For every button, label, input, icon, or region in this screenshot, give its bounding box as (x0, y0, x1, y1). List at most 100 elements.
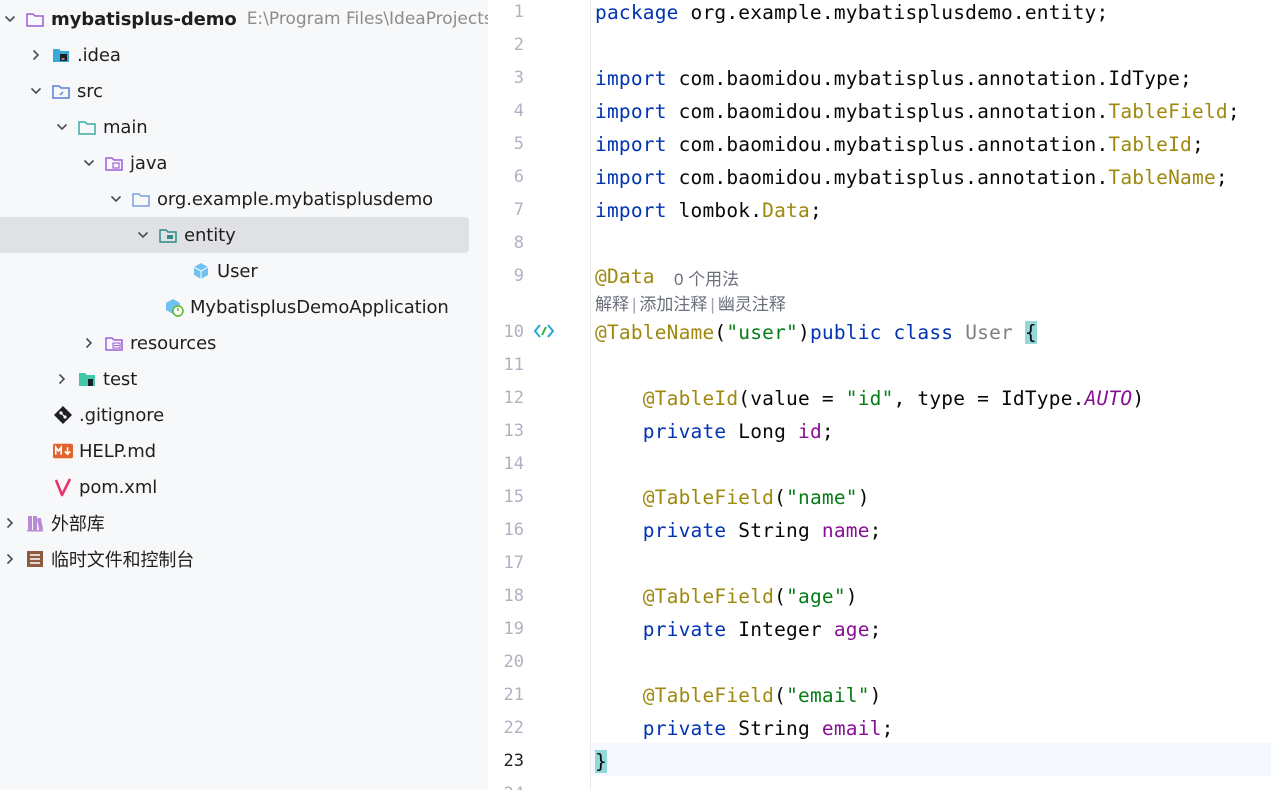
tree-node-label: 外部库 (51, 514, 105, 535)
line-number: 12 (503, 388, 524, 408)
chevron-right-icon[interactable] (56, 373, 68, 385)
package-name: org.example.mybatisplusdemo.entity; (678, 1, 1109, 24)
chevron-right-icon[interactable] (4, 517, 16, 529)
chevron-right-icon[interactable] (30, 49, 42, 61)
line-number: 20 (503, 652, 524, 672)
tree-node-java[interactable]: java (0, 145, 488, 181)
tree-node-resources[interactable]: resources (0, 325, 488, 361)
code-line-15: @TableField("name") (595, 481, 870, 514)
string-literal: "user" (726, 321, 798, 344)
line-number: 10 (503, 322, 524, 342)
project-path: E:\Program Files\IdeaProjects\ (246, 9, 488, 29)
library-icon (25, 513, 45, 533)
annotation-args: , type = IdType. (893, 387, 1085, 410)
line-number: 14 (503, 454, 524, 474)
chevron-down-icon[interactable] (30, 85, 42, 97)
mapper-navigation-icon[interactable] (533, 320, 555, 342)
chevron-down-icon[interactable] (56, 121, 68, 133)
usages-hint[interactable]: 0 个用法 (674, 265, 739, 290)
line-number: 11 (503, 355, 524, 375)
resources-folder-icon (104, 333, 124, 353)
code-line-16: private String name; (595, 514, 882, 547)
tree-node-label: 临时文件和控制台 (51, 550, 195, 571)
chevron-down-icon[interactable] (137, 229, 149, 241)
chevron-right-icon[interactable] (4, 553, 16, 565)
import-path: lombok. (666, 199, 763, 222)
keyword-import: import (595, 199, 667, 222)
keyword-private: private (642, 618, 727, 641)
add-comment-link[interactable]: 添加注释 (639, 295, 707, 314)
tree-node-entity[interactable]: entity (0, 217, 488, 253)
paren: ( (774, 684, 787, 707)
field-name: id (798, 420, 822, 443)
tree-node-label: HELP.md (79, 440, 156, 462)
tree-node-idea[interactable]: .idea (0, 37, 488, 73)
import-annotation-name: TableName (1108, 166, 1216, 189)
keyword-class: class (893, 321, 954, 344)
tree-node-external-libraries[interactable]: 外部库 (0, 505, 488, 541)
chevron-right-icon[interactable] (83, 337, 95, 349)
semicolon: ; (809, 199, 822, 222)
idea-folder-icon (51, 45, 71, 65)
tree-node-root[interactable]: mybatisplus-demo E:\Program Files\IdeaPr… (0, 1, 488, 37)
import-annotation-name: TableField (1108, 100, 1228, 123)
open-brace-matched: { (1024, 321, 1037, 344)
tree-node-scratches[interactable]: 临时文件和控制台 (0, 541, 488, 577)
tree-node-application[interactable]: MybatisplusDemoApplication (0, 289, 488, 325)
line-number: 15 (503, 487, 524, 507)
chevron-down-icon[interactable] (4, 13, 16, 25)
code-line-9: @Data (595, 260, 655, 293)
tree-node-label: .gitignore (79, 404, 165, 426)
chevron-down-icon[interactable] (110, 193, 122, 205)
tree-node-pom[interactable]: pom.xml (0, 469, 488, 505)
package-folder-icon (131, 189, 151, 209)
tree-node-src[interactable]: src (0, 73, 488, 109)
package-folder-icon (158, 225, 178, 245)
paren: ( (774, 486, 787, 509)
string-literal: "id" (845, 387, 894, 410)
line-number: 3 (513, 68, 524, 88)
chevron-down-icon[interactable] (83, 157, 95, 169)
tree-node-user[interactable]: User (0, 253, 488, 289)
type-name: String (726, 717, 822, 740)
code-line-18: @TableField("age") (595, 580, 858, 613)
line-number: 13 (503, 421, 524, 441)
tree-node-help-md[interactable]: HELP.md (0, 433, 488, 469)
keyword-public: public (809, 321, 882, 344)
line-number: 18 (503, 586, 524, 606)
keyword-private: private (642, 717, 727, 740)
close-brace-matched: } (595, 750, 607, 773)
paren: ) (1132, 387, 1145, 410)
annotation-data: @Data (595, 265, 655, 288)
tree-node-gitignore[interactable]: .gitignore (0, 397, 488, 433)
type-name: Integer (726, 618, 834, 641)
ghost-comment-link[interactable]: 幽灵注释 (718, 295, 786, 314)
explain-link[interactable]: 解释 (595, 295, 629, 314)
semicolon: ; (1227, 100, 1240, 123)
tree-node-main[interactable]: main (0, 109, 488, 145)
code-editor[interactable]: 1 2 3 4 5 6 7 8 9 10 11 12 13 14 15 16 1… (488, 0, 1271, 790)
tree-node-test[interactable]: test (0, 361, 488, 397)
annotation-tablefield: @TableField (642, 486, 775, 509)
paren: ) (857, 486, 870, 509)
keyword-import: import (595, 67, 667, 90)
tree-node-package[interactable]: org.example.mybatisplusdemo (0, 181, 488, 217)
code-line-23: } (595, 745, 607, 778)
keyword-package: package (595, 1, 679, 24)
class-name: User (965, 321, 1013, 344)
import-annotation-name: TableId (1108, 133, 1193, 156)
line-number: 19 (503, 619, 524, 639)
project-name: mybatisplus-demo (51, 8, 237, 30)
line-number: 4 (513, 101, 524, 121)
folder-icon (77, 117, 97, 137)
java-source-folder-icon (104, 153, 124, 173)
editor-gutter[interactable]: 1 2 3 4 5 6 7 8 9 10 11 12 13 14 15 16 1… (488, 0, 591, 790)
spring-boot-class-icon (164, 297, 184, 317)
field-name: email (821, 717, 882, 740)
